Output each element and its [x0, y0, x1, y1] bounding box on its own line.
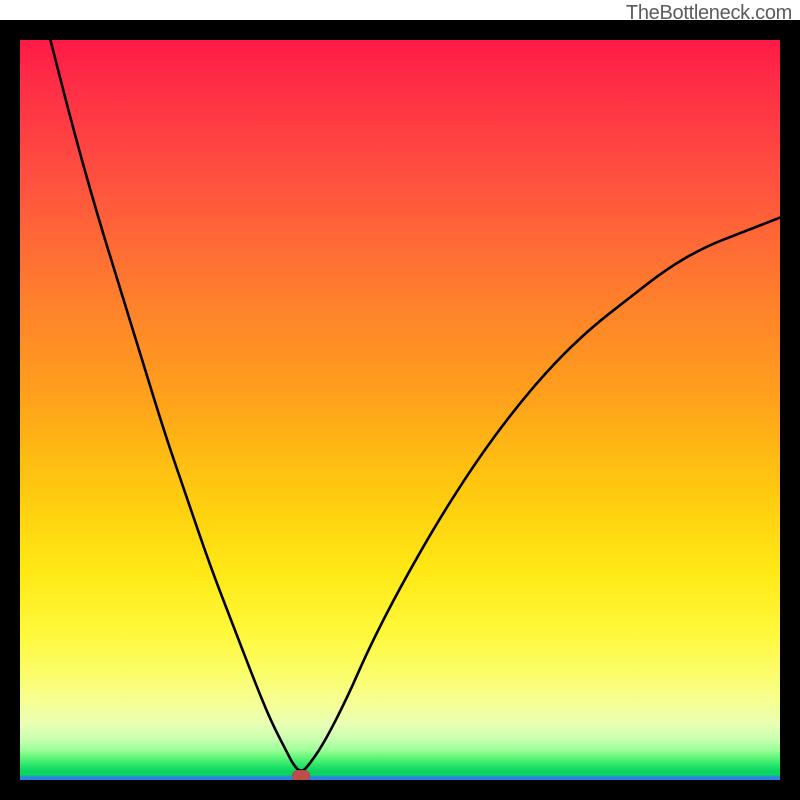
plot-area [20, 40, 780, 780]
bottleneck-curve [20, 40, 780, 780]
curve-path [50, 40, 780, 771]
minimum-marker [292, 770, 310, 780]
watermark-text: TheBottleneck.com [626, 2, 792, 25]
chart-frame [0, 20, 800, 800]
